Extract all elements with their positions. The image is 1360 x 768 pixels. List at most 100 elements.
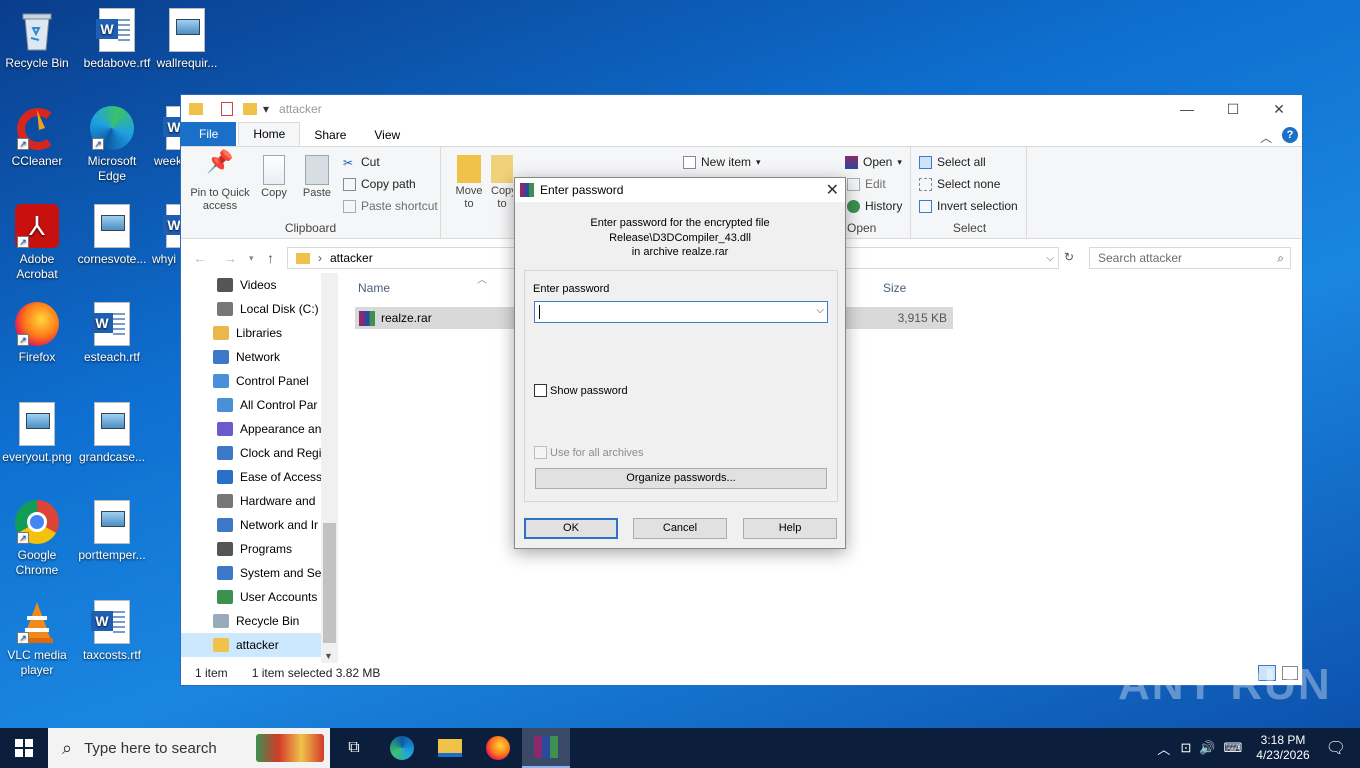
back-icon[interactable]: ← [193,250,207,266]
recent-locations-icon[interactable]: ▾ [249,253,254,264]
nav-item[interactable]: Network and Ir [181,513,337,537]
tab-home[interactable]: Home [238,122,301,146]
desktop-icon-chrome[interactable]: ↗ Google Chrome [0,500,76,578]
nav-item[interactable]: Appearance an [181,417,337,441]
nav-item[interactable]: Ease of Access [181,465,337,489]
close-button[interactable]: ✕ [1256,95,1302,123]
file-explorer-icon [438,739,462,757]
desktop-icon-whyi[interactable]: W whyi [148,204,180,267]
cancel-button[interactable]: Cancel [633,518,727,539]
nav-item-icon [217,470,233,484]
taskbar-edge[interactable] [378,728,426,768]
scrollbar-thumb[interactable] [323,523,336,643]
nav-item-icon [217,518,233,532]
desktop-icon-wallrequir[interactable]: wallrequir... [148,8,226,71]
nav-item[interactable]: Hardware and [181,489,337,513]
desktop-icon-porttemper[interactable]: porttemper... [73,500,151,563]
password-input[interactable]: ⌵ [534,301,828,323]
notifications-icon[interactable]: 🗨 [1326,738,1346,758]
paste-shortcut-button[interactable]: Paste shortcut [343,199,438,213]
copy-path-button[interactable]: Copy path [343,177,416,191]
taskbar-winrar[interactable] [522,728,570,768]
tab-view[interactable]: View [360,124,414,146]
nav-item[interactable]: attacker [181,633,337,657]
show-password-checkbox[interactable]: Show password [534,384,628,397]
nav-item[interactable]: Clock and Regi [181,441,337,465]
tab-share[interactable]: Share [300,124,360,146]
new-folder-icon[interactable] [243,103,257,115]
copy-button[interactable]: Copy [257,155,291,200]
properties-icon[interactable] [221,102,233,116]
scroll-down-icon[interactable]: ▼ [324,651,333,661]
nav-item[interactable]: Programs [181,537,337,561]
breadcrumb-attacker[interactable]: attacker [330,251,373,265]
clock[interactable]: 3:18 PM 4/23/2026 [1256,733,1309,763]
desktop-icon-recycle-bin[interactable]: Recycle Bin [0,8,76,71]
new-item-button[interactable]: New item ▾ [683,155,761,169]
select-all-button[interactable]: Select all [919,155,986,169]
pin-quick-access-button[interactable]: 📌 Pin to Quick access [187,151,253,213]
search-icon: ⌕ [62,737,73,758]
forward-icon[interactable]: → [223,250,237,266]
show-hidden-icons-icon[interactable]: ︿ [1157,739,1170,758]
taskbar-search[interactable]: ⌕ Type here to search [48,728,330,768]
help-icon[interactable]: ? [1282,127,1298,143]
up-icon[interactable]: ↑ [267,250,274,266]
history-button[interactable]: History [847,199,902,213]
desktop-icon-bedabove[interactable]: W bedabove.rtf [78,8,156,71]
nav-item[interactable]: Videos [181,273,337,297]
nav-item[interactable]: User Accounts [181,585,337,609]
address-dropdown-icon[interactable]: ⌵ [1046,253,1054,264]
nav-item[interactable]: All Control Par [181,393,337,417]
nav-item[interactable]: Recycle Bin [181,609,337,633]
desktop-icon-everyout[interactable]: everyout.png [0,402,76,465]
desktop-icon-cornesvote[interactable]: cornesvote... [73,204,151,267]
open-button[interactable]: Open ▾ [845,155,902,169]
chevron-down-icon[interactable]: ⌵ [816,305,824,316]
desktop-icon-acrobat[interactable]: ⅄ ↗ Adobe Acrobat [0,204,76,282]
start-button[interactable] [0,728,48,768]
column-header-name[interactable]: Name [358,281,390,295]
network-icon[interactable]: ⊡ [1180,740,1191,756]
tab-file[interactable]: File [181,122,237,146]
minimize-button[interactable]: — [1164,95,1210,123]
nav-item[interactable]: Network [181,345,337,369]
ribbon-collapse-icon[interactable]: ︿ [1260,129,1272,146]
task-view-button[interactable]: ⧉ [330,728,378,768]
maximize-button[interactable]: ☐ [1210,95,1256,123]
input-method-icon[interactable]: ⌨ [1224,740,1243,756]
ok-button[interactable]: OK [524,518,618,539]
invert-selection-button[interactable]: Invert selection [919,199,1018,213]
nav-scrollbar[interactable]: ▼ [321,273,338,663]
organize-passwords-button[interactable]: Organize passwords... [535,468,827,489]
desktop-icon-vlc[interactable]: ↗ VLC media player [0,600,76,678]
volume-icon[interactable]: 🔊 [1199,740,1215,756]
search-input[interactable]: Search attacker ⌕ [1089,247,1291,269]
nav-item[interactable]: Libraries [181,321,337,345]
text-caret [539,305,540,319]
edit-button[interactable]: Edit [847,177,886,191]
dialog-close-button[interactable]: ✕ [826,180,839,200]
desktop-icon-ccleaner[interactable]: ↗ CCleaner [0,106,76,169]
copy-to-button[interactable]: Copy to [491,155,513,211]
paste-button[interactable]: Paste [297,155,337,200]
desktop-icon-grandcase[interactable]: grandcase... [73,402,151,465]
nav-item[interactable]: Local Disk (C:) [181,297,337,321]
desktop-icon-taxcosts[interactable]: W taxcosts.rtf [73,600,151,663]
move-to-button[interactable]: Move to [451,155,487,211]
cut-button[interactable]: ✂ Cut [343,155,380,170]
firefox-icon [486,736,510,760]
taskbar-file-explorer[interactable] [426,728,474,768]
desktop-icon-firefox[interactable]: ↗ Firefox [0,302,76,365]
column-header-size[interactable]: Size [883,281,906,295]
refresh-icon[interactable]: ↻ [1064,250,1074,264]
desktop-icon-edge[interactable]: ↗ Microsoft Edge [73,106,151,184]
nav-item[interactable]: Control Panel [181,369,337,393]
customize-toolbar-icon[interactable]: ▾ [263,102,269,116]
folder-icon [189,103,203,115]
help-button[interactable]: Help [743,518,837,539]
taskbar-firefox[interactable] [474,728,522,768]
select-none-button[interactable]: Select none [919,177,1000,191]
desktop-icon-esteach[interactable]: W esteach.rtf [73,302,151,365]
nav-item[interactable]: System and Se [181,561,337,585]
